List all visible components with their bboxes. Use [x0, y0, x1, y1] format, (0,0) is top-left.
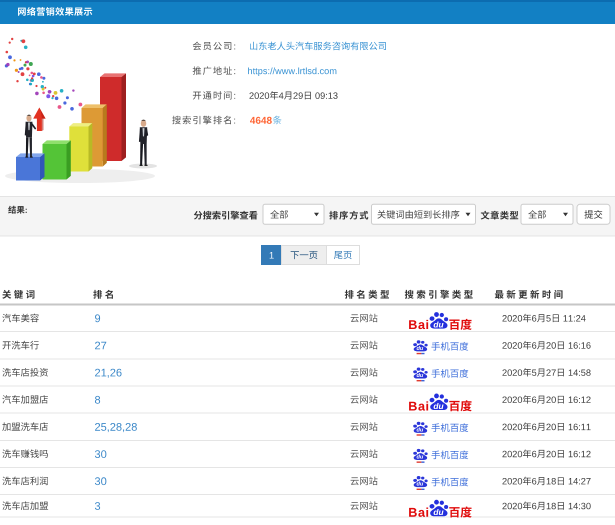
svg-text:du: du [417, 427, 424, 433]
svg-text:du: du [417, 346, 424, 352]
svg-text:du: du [433, 320, 443, 330]
svg-text:du: du [417, 454, 424, 460]
svg-text:du: du [417, 482, 424, 488]
svg-text:du: du [433, 401, 443, 411]
svg-text:du: du [417, 373, 424, 379]
svg-text:du: du [433, 507, 443, 517]
